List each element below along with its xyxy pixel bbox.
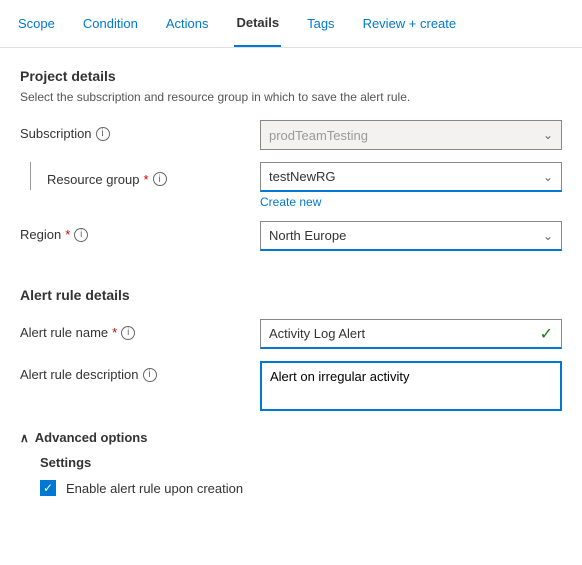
- enable-alert-checkbox[interactable]: ✓: [40, 480, 56, 496]
- advanced-options-toggle[interactable]: ∧ Advanced options: [20, 430, 562, 445]
- alert-rule-desc-textarea[interactable]: Alert on irregular activity: [260, 361, 562, 411]
- resource-group-chevron-icon: ⌄: [543, 170, 553, 184]
- region-select[interactable]: North Europe ⌄: [260, 221, 562, 251]
- collapse-icon: ∧: [20, 431, 29, 445]
- resource-group-row: Resource group * i testNewRG ⌄ Create ne…: [20, 162, 562, 209]
- region-label: Region * i: [20, 221, 260, 242]
- nav-details[interactable]: Details: [234, 0, 281, 47]
- alert-rule-name-label: Alert rule name * i: [20, 319, 260, 340]
- region-control: North Europe ⌄: [260, 221, 562, 251]
- alert-rule-desc-info-icon[interactable]: i: [143, 368, 157, 382]
- subscription-value: prodTeamTesting: [269, 128, 368, 143]
- alert-rule-name-valid-icon: ✓: [540, 324, 553, 344]
- subscription-row: Subscription i prodTeamTesting ⌄: [20, 120, 562, 150]
- nav-scope[interactable]: Scope: [16, 0, 57, 47]
- region-row: Region * i North Europe ⌄: [20, 221, 562, 251]
- rg-label-wrap: Resource group * i: [20, 162, 260, 190]
- alert-rule-name-control: Activity Log Alert ✓: [260, 319, 562, 349]
- project-details-desc: Select the subscription and resource gro…: [20, 90, 562, 104]
- checkbox-check-icon: ✓: [43, 482, 53, 494]
- region-chevron-icon: ⌄: [543, 229, 553, 243]
- alert-rule-desc-control: Alert on irregular activity: [260, 361, 562, 414]
- resource-group-label: Resource group * i: [47, 166, 167, 187]
- nav-tags[interactable]: Tags: [305, 0, 336, 47]
- alert-rule-details-title: Alert rule details: [20, 287, 562, 303]
- alert-rule-name-required: *: [112, 325, 117, 340]
- alert-rule-desc-row: Alert rule description i Alert on irregu…: [20, 361, 562, 414]
- advanced-options-section: ∧ Advanced options Settings ✓ Enable ale…: [20, 430, 562, 496]
- subscription-chevron-icon: ⌄: [543, 128, 553, 142]
- alert-rule-name-value: Activity Log Alert: [269, 326, 365, 341]
- rg-indent-line: [30, 162, 31, 190]
- region-info-icon[interactable]: i: [74, 228, 88, 242]
- resource-group-control: testNewRG ⌄ Create new: [260, 162, 562, 209]
- advanced-options-title: Advanced options: [35, 430, 148, 445]
- nav-actions[interactable]: Actions: [164, 0, 211, 47]
- resource-group-info-icon[interactable]: i: [153, 172, 167, 186]
- subscription-info-icon[interactable]: i: [96, 127, 110, 141]
- top-navigation: Scope Condition Actions Details Tags Rev…: [0, 0, 582, 48]
- alert-rule-section: Alert rule details Alert rule name * i A…: [20, 287, 562, 414]
- alert-rule-desc-label: Alert rule description i: [20, 361, 260, 382]
- subscription-control: prodTeamTesting ⌄: [260, 120, 562, 150]
- settings-label: Settings: [40, 455, 562, 470]
- alert-rule-name-info-icon[interactable]: i: [121, 326, 135, 340]
- subscription-label: Subscription i: [20, 120, 260, 141]
- resource-group-value: testNewRG: [269, 169, 335, 184]
- settings-sub: Settings ✓ Enable alert rule upon creati…: [40, 455, 562, 496]
- resource-group-select[interactable]: testNewRG ⌄: [260, 162, 562, 192]
- alert-rule-name-input-box[interactable]: Activity Log Alert ✓: [260, 319, 562, 349]
- create-new-link[interactable]: Create new: [260, 195, 321, 209]
- resource-group-required: *: [144, 172, 149, 187]
- subscription-select[interactable]: prodTeamTesting ⌄: [260, 120, 562, 150]
- nav-condition[interactable]: Condition: [81, 0, 140, 47]
- enable-alert-label: Enable alert rule upon creation: [66, 481, 243, 496]
- region-value: North Europe: [269, 228, 346, 243]
- alert-rule-name-row: Alert rule name * i Activity Log Alert ✓: [20, 319, 562, 349]
- nav-review-create[interactable]: Review + create: [361, 0, 459, 47]
- region-required: *: [65, 227, 70, 242]
- main-content: Project details Select the subscription …: [0, 48, 582, 516]
- enable-alert-row: ✓ Enable alert rule upon creation: [40, 480, 562, 496]
- project-details-title: Project details: [20, 68, 562, 84]
